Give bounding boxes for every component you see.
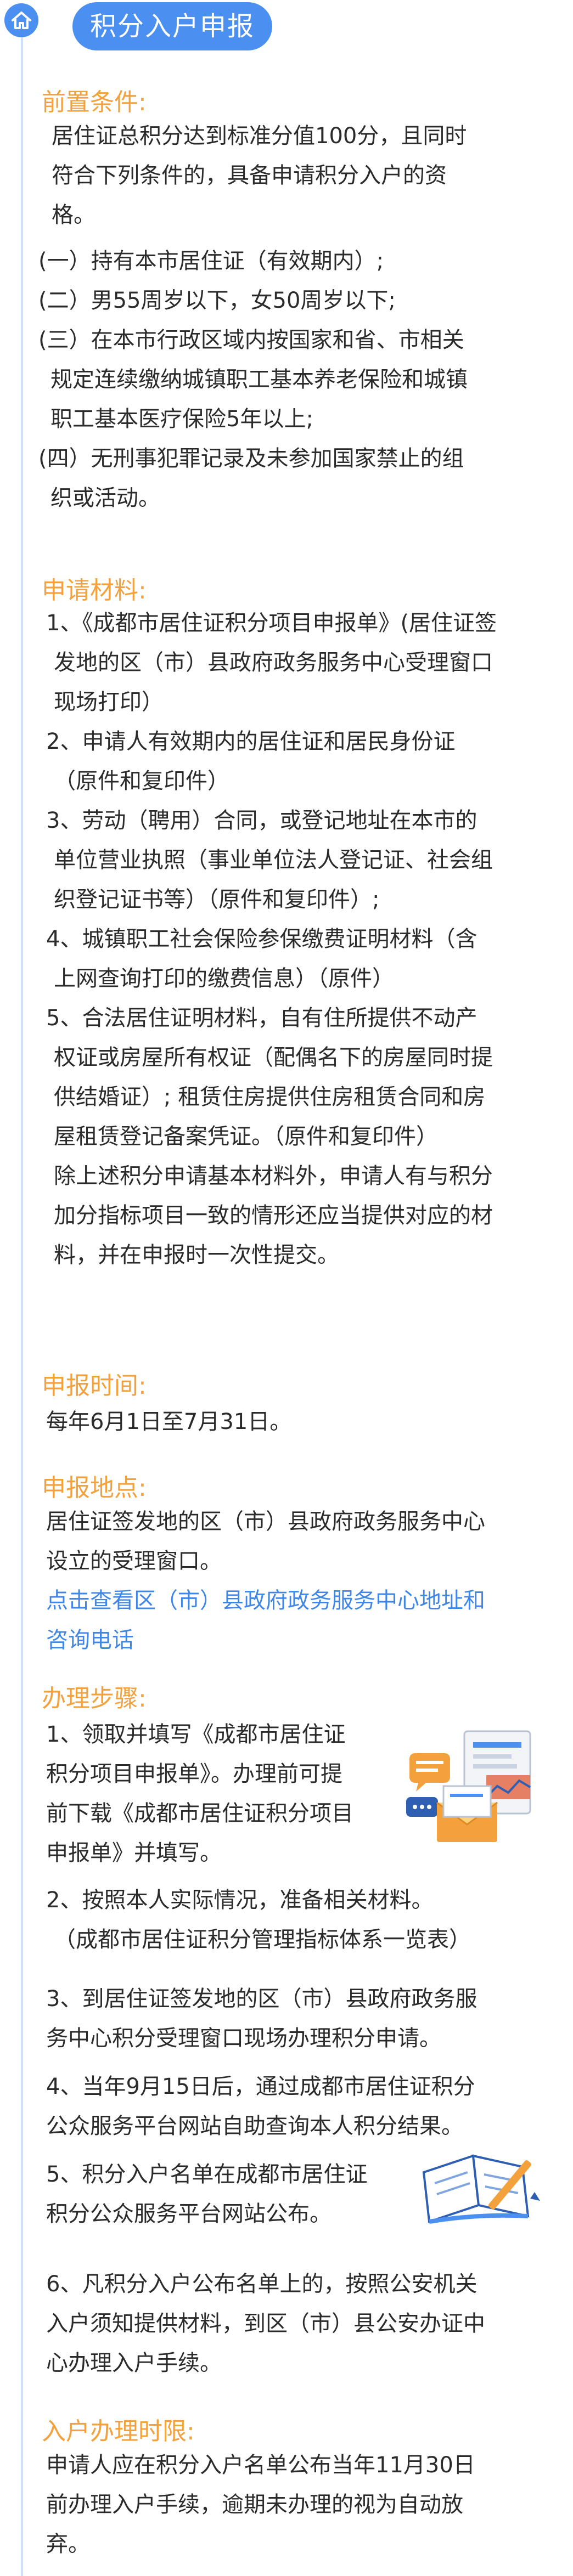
step-6: 6、凡积分入户公布名单上的，按照公安机关 入户须知提供材料，到区（市）县公安办证… [46, 2264, 485, 2383]
notebook-pen-icon [422, 2154, 540, 2224]
section-heading-prereq: 前置条件: [42, 88, 147, 116]
prereq-items: (一）持有本市居住证（有效期内）; (二）男55周岁以下，女50周岁以下; (三… [38, 241, 468, 518]
list-item: 权证或房屋所有权证（配偶名下的房屋同时提 [54, 1045, 493, 1070]
link-text[interactable]: 咨询电话 [46, 1620, 485, 1660]
text-line: 居住证总积分达到标准分值100分，且同时 [52, 123, 467, 149]
text-line: 格。 [52, 202, 96, 228]
list-item: 发地的区（市）县政府政务服务中心受理窗口 [54, 650, 493, 675]
link-text[interactable]: 点击查看区（市）县政府政务服务中心地址和 [46, 1581, 485, 1620]
service-center-link[interactable]: 点击查看区（市）县政府政务服务中心地址和 咨询电话 [46, 1581, 485, 1660]
materials-list: 1、《成都市居住证积分项目申报单》(居住证签 发地的区（市）县政府政务服务中心受… [46, 603, 497, 1275]
list-item: 积分公众服务平台网站公布。 [46, 2201, 332, 2227]
text-line: 居住证签发地的区（市）县政府政务服务中心 [46, 1509, 485, 1534]
time-text: 每年6月1日至7月31日。 [46, 1402, 291, 1442]
section-heading-deadline: 入户办理时限: [42, 2417, 195, 2445]
list-item: 料，并在申报时一次性提交。 [54, 1242, 339, 1268]
list-item: 织或活动。 [50, 485, 160, 511]
list-item: 屋租赁登记备案凭证。（原件和复印件） [54, 1124, 438, 1149]
list-item: (三）在本市行政区域内按国家和省、市相关 [38, 327, 464, 353]
list-item: 4、当年9月15日后，通过成都市居住证积分 [46, 2074, 475, 2099]
step-4: 4、当年9月15日后，通过成都市居住证积分 公众服务平台网站自助查询本人积分结果… [46, 2067, 475, 2146]
list-item: 单位营业执照（事业单位法人登记证、社会组 [54, 848, 493, 873]
step-5: 5、积分入户名单在成都市居住证 积分公众服务平台网站公布。 [46, 2155, 367, 2234]
deadline-text: 申请人应在积分入户名单公布当年11月30日 前办理入户手续，逾期未办理的视为自动… [46, 2445, 475, 2564]
list-item: (四）无刑事犯罪记录及未参加国家禁止的组 [38, 446, 464, 471]
list-item: 心办理入户手续。 [46, 2351, 222, 2376]
list-item: 公众服务平台网站自助查询本人积分结果。 [46, 2114, 463, 2139]
home-button[interactable] [4, 3, 38, 37]
list-item: （成都市居住证积分管理指标体系一览表） [54, 1927, 471, 1952]
section-heading-steps: 办理步骤: [42, 1685, 147, 1713]
list-item: 供结婚证）; 租赁住房提供住房租赁合同和房 [54, 1084, 486, 1110]
step-2: 2、按照本人实际情况，准备相关材料。 （成都市居住证积分管理指标体系一览表） [46, 1880, 471, 1959]
list-item: 2、申请人有效期内的居住证和居民身份证 [46, 729, 456, 754]
list-item: 1、领取并填写《成都市居住证 [46, 1722, 346, 1747]
step-1: 1、领取并填写《成都市居住证 积分项目申报单》。办理前可提 前下载《成都市居住证… [46, 1715, 353, 1873]
section-heading-materials: 申请材料: [42, 577, 147, 605]
list-item: (二）男55周岁以下，女50周岁以下; [38, 288, 396, 313]
list-item: 3、劳动（聘用）合同，或登记地址在本市的 [46, 808, 478, 833]
list-item: 4、城镇职工社会保险参保缴费证明材料（含 [46, 927, 478, 952]
list-item: (一）持有本市居住证（有效期内）; [38, 248, 384, 274]
text-line: 弃。 [46, 2532, 90, 2557]
timeline-rail [21, 33, 23, 2576]
list-item: 申报单》并填写。 [46, 1840, 222, 1866]
text-line: 申请人应在积分入户名单公布当年11月30日 [46, 2453, 475, 2478]
list-item: （原件和复印件） [54, 769, 229, 794]
text-line: 每年6月1日至7月31日。 [46, 1409, 292, 1434]
list-item: 5、合法居住证明材料，自有住所提供不动产 [46, 1005, 478, 1031]
section-heading-time: 申报时间: [42, 1372, 147, 1400]
place-text: 居住证签发地的区（市）县政府政务服务中心 设立的受理窗口。 [46, 1502, 485, 1581]
documents-chat-icon [406, 1730, 531, 1842]
list-item: 积分项目申报单》。办理前可提 [46, 1761, 342, 1787]
prereq-intro: 居住证总积分达到标准分值100分，且同时 符合下列条件的，具备申请积分入户的资 … [52, 116, 467, 235]
list-item: 除上述积分申请基本材料外，申请人有与积分 [54, 1163, 493, 1189]
list-item: 上网查询打印的缴费信息）（原件） [54, 966, 394, 991]
list-item: 前下载《成都市居住证积分项目 [46, 1801, 353, 1826]
list-item: 入户须知提供材料，到区（市）县公安办证中 [46, 2311, 485, 2336]
list-item: 5、积分入户名单在成都市居住证 [46, 2162, 368, 2187]
text-line: 设立的受理窗口。 [46, 1549, 222, 1574]
list-item: 2、按照本人实际情况，准备相关材料。 [46, 1888, 434, 1913]
list-item: 织登记证书等）（原件和复印件）; [54, 887, 380, 912]
home-icon [12, 12, 31, 29]
list-item: 1、《成都市居住证积分项目申报单》(居住证签 [46, 611, 497, 636]
list-item: 职工基本医疗保险5年以上; [50, 406, 313, 432]
page-title: 积分入户申报 [72, 2, 272, 50]
list-item: 加分指标项目一致的情形还应当提供对应的材 [54, 1203, 493, 1228]
list-item: 现场打印） [54, 690, 164, 715]
list-item: 6、凡积分入户公布名单上的，按照公安机关 [46, 2272, 478, 2297]
text-line: 符合下列条件的，具备申请积分入户的资 [52, 163, 447, 188]
list-item: 3、到居住证签发地的区（市）县政府政务服 [46, 1986, 478, 2012]
list-item: 务中心积分受理窗口现场办理积分申请。 [46, 2026, 441, 2051]
text-line: 前办理入户手续，逾期未办理的视为自动放 [46, 2492, 463, 2517]
section-heading-place: 申报地点: [42, 1474, 147, 1502]
list-item: 规定连续缴纳城镇职工基本养老保险和城镇 [50, 367, 468, 392]
step-3: 3、到居住证签发地的区（市）县政府政务服 务中心积分受理窗口现场办理积分申请。 [46, 1979, 477, 2058]
